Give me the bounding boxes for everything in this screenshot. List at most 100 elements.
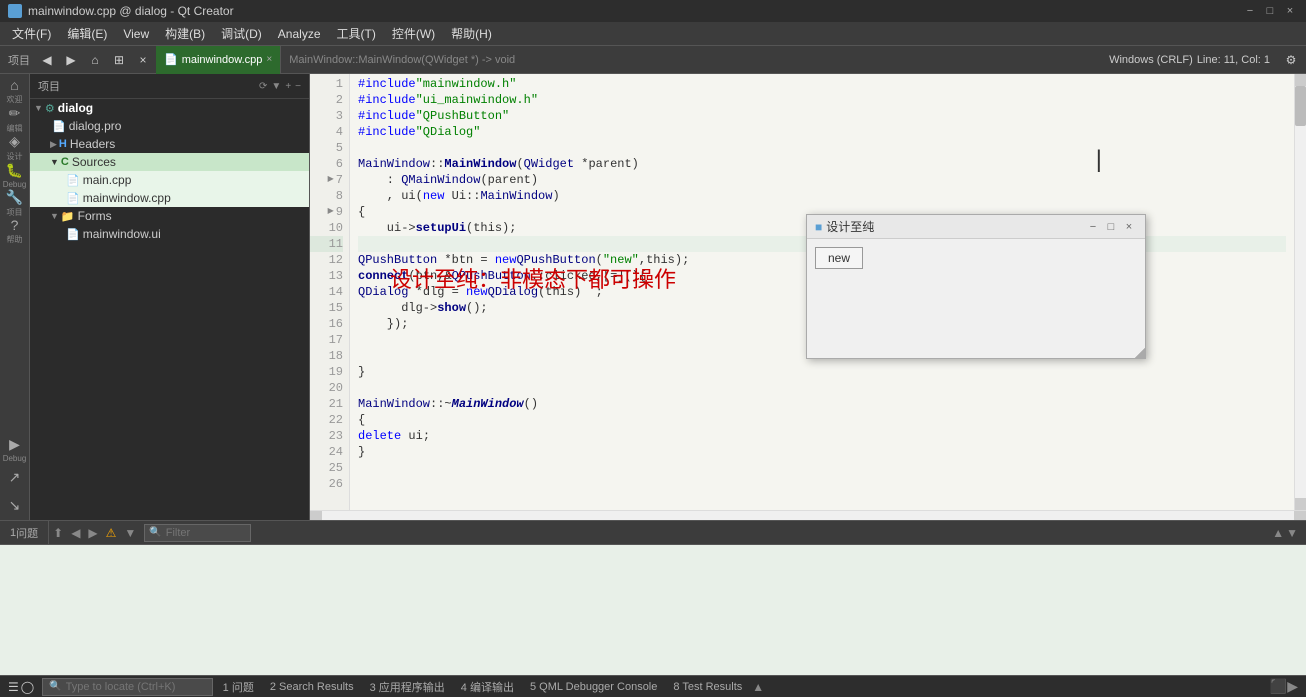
menu-tools[interactable]: 工具(T) (329, 23, 384, 44)
locate-box[interactable]: 🔍 (42, 678, 212, 696)
toolbar-forward-btn[interactable]: ▶ (60, 49, 82, 71)
status-app-output[interactable]: 3 应用程序输出 (364, 679, 451, 695)
status-qml[interactable]: 5 QML Debugger Console (524, 681, 663, 693)
sidebar-step[interactable]: ↗ (2, 464, 28, 490)
dialog-close-btn[interactable]: × (1121, 220, 1137, 234)
tree-mainwindow-cpp[interactable]: 📄 mainwindow.cpp (30, 189, 309, 207)
debug-icon: 🐛 (6, 162, 23, 179)
editor-hscroll[interactable]: ◀ ▶ (310, 510, 1306, 520)
toolbar-home-btn[interactable]: ⌂ (84, 49, 106, 71)
debug-label: Debug (3, 180, 27, 189)
titlebar-title: mainwindow.cpp @ dialog - Qt Creator (28, 4, 234, 18)
dialog-titlebar: ■ 设计至纯 − □ × (807, 215, 1145, 239)
tree-main-cpp[interactable]: 📄 main.cpp (30, 171, 309, 189)
minus-icon[interactable]: − (295, 81, 301, 92)
menu-help[interactable]: 帮助(H) (443, 23, 500, 44)
bottom-content (0, 545, 1306, 675)
tree-label-dialog: dialog (58, 101, 93, 115)
sidebar-welcome[interactable]: ⌂ 欢迎 (2, 78, 28, 104)
dialog-controls[interactable]: − □ × (1085, 220, 1137, 234)
dialog-new-btn[interactable]: new (815, 247, 863, 269)
status-search-results[interactable]: 2 Search Results (264, 681, 360, 693)
project-icon-label: 项目 (7, 207, 23, 218)
sidebar-step2[interactable]: ↘ (2, 492, 28, 518)
status-arrow-up[interactable]: ▲ (752, 680, 764, 694)
code-line-3: #include "QPushButton" (358, 108, 1286, 124)
minimize-btn[interactable]: − (1242, 4, 1258, 18)
collapse-down-btn[interactable]: ▼ (1286, 526, 1298, 540)
status-test[interactable]: 8 Test Results (667, 681, 748, 693)
tree-sources[interactable]: ▼ C Sources (30, 153, 309, 171)
locate-icon: 🔍 (49, 681, 61, 692)
sync-icon[interactable]: ⟳ (259, 81, 267, 92)
step-icon: ↗ (9, 469, 21, 486)
bottom-tab-icons-1[interactable]: ⬆ (49, 526, 67, 540)
dialog-resize-handle[interactable] (1135, 348, 1145, 358)
menu-debug[interactable]: 调试(D) (213, 23, 270, 44)
sidebar-design[interactable]: ◈ 设计 (2, 134, 28, 160)
toolbar-split-btn[interactable]: ⊞ (108, 49, 130, 71)
sidebar-bottom-debug[interactable]: ▶ Debug (2, 436, 28, 462)
filter-icon[interactable]: ▼ (271, 81, 281, 92)
menu-file[interactable]: 文件(F) (4, 23, 59, 44)
menu-build[interactable]: 构建(B) (157, 23, 213, 44)
sidebar-project[interactable]: 🔧 项目 (2, 190, 28, 216)
collapse-up-btn[interactable]: ▲ (1272, 526, 1284, 540)
file-tree-header: 项目 ⟳ ▼ + − (30, 74, 309, 99)
tree-forms[interactable]: ▼ 📁 Forms (30, 207, 309, 225)
maximize-btn[interactable]: □ (1262, 4, 1278, 18)
status-right-icon2[interactable]: ▶ (1287, 678, 1298, 695)
status-icon-2: ◯ (21, 680, 34, 694)
code-line-20 (358, 380, 1286, 396)
design-icon: ◈ (9, 133, 20, 150)
tab-mainwindow-cpp[interactable]: 📄 mainwindow.cpp × (156, 46, 281, 74)
tab-close-btn[interactable]: × (266, 54, 272, 65)
dialog-maximize-btn[interactable]: □ (1103, 220, 1119, 234)
status-icons: ☰ ◯ (8, 680, 34, 694)
menu-edit[interactable]: 编辑(E) (59, 23, 115, 44)
tree-headers[interactable]: ▶ H Headers (30, 135, 309, 153)
tree-dialog-pro[interactable]: 📄 dialog.pro (30, 117, 309, 135)
floating-dialog[interactable]: ■ 设计至纯 − □ × new (806, 214, 1146, 359)
bottom-tab-issues[interactable]: 1 问题 (0, 521, 49, 544)
tree-label-sources: Sources (72, 155, 116, 169)
toolbar-settings-btn[interactable]: ⚙ (1280, 49, 1302, 71)
status-left: ☰ ◯ 🔍 (8, 678, 213, 696)
filter-input[interactable] (166, 527, 246, 539)
toolbar-close-btn[interactable]: × (132, 49, 154, 71)
menu-view[interactable]: View (115, 25, 157, 43)
code-line-25 (358, 460, 1286, 476)
editor-content: 1 2 3 4 5 6 ▶7 8 ▶9 10 11 12 13 14 15 16 (310, 74, 1306, 510)
editor-vscroll[interactable]: ▲ ▼ (1294, 74, 1306, 510)
code-line-8: , ui(new Ui::MainWindow) (358, 188, 1286, 204)
warning-icon: ⚠ (102, 526, 121, 540)
dialog-minimize-btn[interactable]: − (1085, 220, 1101, 234)
status-right-icon1[interactable]: ⬛ (1270, 678, 1287, 695)
bottom-collapse-icons[interactable]: ▲ ▼ (1272, 526, 1306, 540)
titlebar-controls[interactable]: − □ × (1242, 4, 1298, 18)
tree-dialog-root[interactable]: ▼ ⚙ dialog (30, 99, 309, 117)
locate-input[interactable] (66, 681, 206, 693)
status-compile[interactable]: 4 编译输出 (455, 679, 520, 695)
encoding-info[interactable]: Windows (CRLF) (1109, 54, 1193, 66)
bottom-tab-icons-3[interactable]: ▶ (84, 526, 101, 540)
add-icon[interactable]: + (285, 81, 291, 92)
bottom-tab-icons-2[interactable]: ◀ (67, 526, 84, 540)
tree-label-mainwindowui: mainwindow.ui (83, 227, 161, 241)
menu-controls[interactable]: 控件(W) (384, 23, 443, 44)
sidebar-debug[interactable]: 🐛 Debug (2, 162, 28, 188)
sidebar-help[interactable]: ? 帮助 (2, 218, 28, 244)
filter-icon-bottom[interactable]: ▼ (120, 526, 140, 540)
status-issues[interactable]: 1 问题 (217, 679, 260, 695)
menu-analyze[interactable]: Analyze (270, 25, 329, 43)
tree-label-maincpp: main.cpp (83, 173, 132, 187)
tree-icon-mainwindowui: 📄 (66, 228, 80, 241)
code-line-23: delete ui; (358, 428, 1286, 444)
filter-box[interactable]: 🔍 (144, 524, 250, 542)
toolbar-back-btn[interactable]: ◀ (36, 49, 58, 71)
tree-label-headers: Headers (70, 137, 115, 151)
tree-mainwindow-ui[interactable]: 📄 mainwindow.ui (30, 225, 309, 243)
sidebar-edit[interactable]: ✏ 编辑 (2, 106, 28, 132)
bottom-tabs: 1 问题 ⬆ ◀ ▶ ⚠ ▼ 🔍 ▲ ▼ (0, 521, 1306, 545)
close-btn[interactable]: × (1282, 4, 1298, 18)
